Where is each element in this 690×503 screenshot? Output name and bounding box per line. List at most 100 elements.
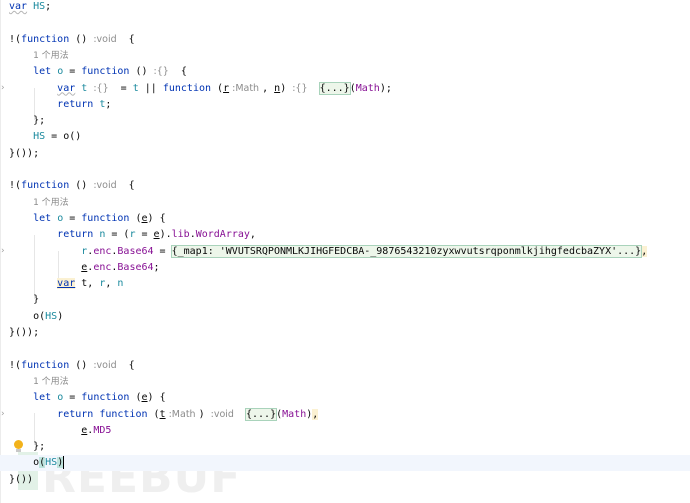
- code-line[interactable]: return t;: [9, 97, 111, 113]
- code-line[interactable]: e.MD5: [9, 423, 111, 439]
- code-token: ,: [249, 229, 256, 241]
- code-token: function: [21, 180, 70, 192]
- code-line[interactable]: !(function () :void {: [9, 178, 135, 194]
- chevron-right-icon[interactable]: ›: [1, 83, 5, 93]
- code-token: {: [116, 180, 135, 192]
- type-hint: :void: [210, 408, 234, 420]
- code-token: ) {: [147, 212, 166, 224]
- chevron-right-icon[interactable]: ›: [1, 246, 5, 256]
- code-token: (: [211, 82, 224, 94]
- code-token: Base64: [117, 245, 154, 257]
- code-token: let: [33, 66, 52, 78]
- code-line[interactable]: 1 个用法: [9, 195, 69, 211]
- code-line[interactable]: }()): [9, 472, 33, 488]
- code-token: ).: [159, 229, 172, 241]
- code-token: var: [9, 1, 28, 12]
- code-token: Math: [355, 82, 380, 94]
- folded-code-region[interactable]: {...}: [318, 81, 351, 95]
- code-line[interactable]: !(function () :void {: [9, 358, 135, 374]
- code-token: ) {: [147, 392, 166, 404]
- code-token: var: [57, 82, 76, 94]
- code-line[interactable]: return n = (r = e).lib.WordArray,: [9, 227, 256, 243]
- code-token: lib: [171, 229, 190, 241]
- code-token: ||: [138, 82, 163, 94]
- code-token: =: [135, 229, 154, 241]
- type-hint: :{}: [93, 82, 109, 94]
- code-token: WordArray: [195, 229, 250, 241]
- code-token: !(: [9, 180, 22, 192]
- code-token: }: [33, 294, 40, 306]
- code-editor[interactable]: REEBUF var HS; !(function () :void { 1 个用…: [0, 0, 690, 503]
- code-line[interactable]: HS = o(): [9, 129, 81, 145]
- type-hint: :void: [93, 33, 117, 45]
- code-token: {: [116, 359, 135, 371]
- code-token: (): [69, 131, 82, 143]
- code-token: MD5: [93, 424, 112, 436]
- code-token: return: [57, 98, 94, 110]
- code-token: (): [69, 33, 94, 45]
- code-token: !(: [9, 33, 22, 45]
- code-line[interactable]: var HS;: [9, 0, 51, 15]
- code-token: =: [45, 131, 64, 143]
- code-token: {: [168, 66, 187, 78]
- code-line[interactable]: }: [9, 292, 39, 308]
- code-line[interactable]: 1 个用法: [9, 48, 69, 64]
- code-line[interactable]: !(function () :void {: [9, 32, 135, 48]
- code-token: Math: [282, 408, 307, 420]
- code-token: ,: [105, 278, 118, 290]
- code-token: enc: [93, 245, 112, 257]
- code-token: }()): [9, 473, 34, 485]
- code-token: ;: [105, 98, 112, 110]
- type-hint: :Math: [229, 82, 263, 94]
- code-token: HS: [45, 310, 58, 322]
- code-token: =: [153, 245, 172, 257]
- code-token: function: [81, 212, 130, 224]
- code-line[interactable]: let o = function () :{} {: [9, 64, 187, 80]
- code-token: return: [57, 229, 94, 241]
- code-line-current[interactable]: o(HS): [0, 455, 690, 472]
- code-line[interactable]: let o = function (e) {: [9, 390, 166, 406]
- code-line[interactable]: return function (t :Math ) :void {...}(M…: [9, 407, 319, 423]
- code-line[interactable]: 1 个用法: [9, 374, 69, 390]
- code-token: (): [69, 359, 94, 371]
- code-line[interactable]: var t, r, n: [9, 276, 123, 292]
- usages-hint[interactable]: 1 个用法: [33, 198, 69, 208]
- code-token: ): [198, 408, 211, 420]
- code-token: (: [129, 212, 142, 224]
- code-token: ;: [45, 1, 52, 12]
- usages-hint[interactable]: 1 个用法: [33, 377, 69, 387]
- code-token: function: [162, 82, 212, 94]
- code-token: HS: [45, 457, 58, 469]
- chevron-right-icon[interactable]: ›: [1, 409, 5, 419]
- code-line[interactable]: }());: [9, 325, 39, 341]
- code-token: (): [129, 66, 154, 78]
- code-token: = (: [105, 229, 130, 241]
- type-hint: :Math: [165, 408, 199, 420]
- code-token: =: [108, 82, 133, 94]
- code-token: }());: [9, 327, 40, 338]
- code-token: =: [63, 66, 82, 78]
- code-line[interactable]: let o = function (e) {: [9, 211, 166, 227]
- code-line[interactable]: }());: [9, 146, 39, 162]
- code-token: ;: [153, 261, 160, 273]
- usages-hint[interactable]: 1 个用法: [33, 51, 69, 61]
- code-line[interactable]: e.enc.Base64;: [9, 260, 160, 276]
- code-token: ,: [87, 278, 100, 290]
- code-token: };: [33, 441, 46, 453]
- code-token: n: [117, 278, 124, 290]
- code-token: {: [116, 33, 135, 45]
- code-line[interactable]: };: [9, 113, 45, 129]
- folded-code-region[interactable]: {_map1: 'WVUTSRQPONMLKJIHGFEDCBA-_987654…: [170, 244, 643, 258]
- code-line[interactable]: o(HS): [9, 309, 63, 325]
- code-line[interactable]: r.enc.Base64 = {_map1: 'WVUTSRQPONMLKJIH…: [9, 244, 648, 260]
- code-token: =: [63, 212, 82, 224]
- code-token: (: [147, 408, 160, 420]
- code-token: ): [280, 82, 293, 94]
- code-token: HS: [33, 1, 46, 12]
- code-token: !(: [9, 359, 22, 371]
- folded-code-region[interactable]: {...}: [244, 407, 278, 421]
- code-line[interactable]: var t :{} = t || function (r :Math , n) …: [9, 81, 392, 97]
- code-token: enc: [93, 261, 112, 273]
